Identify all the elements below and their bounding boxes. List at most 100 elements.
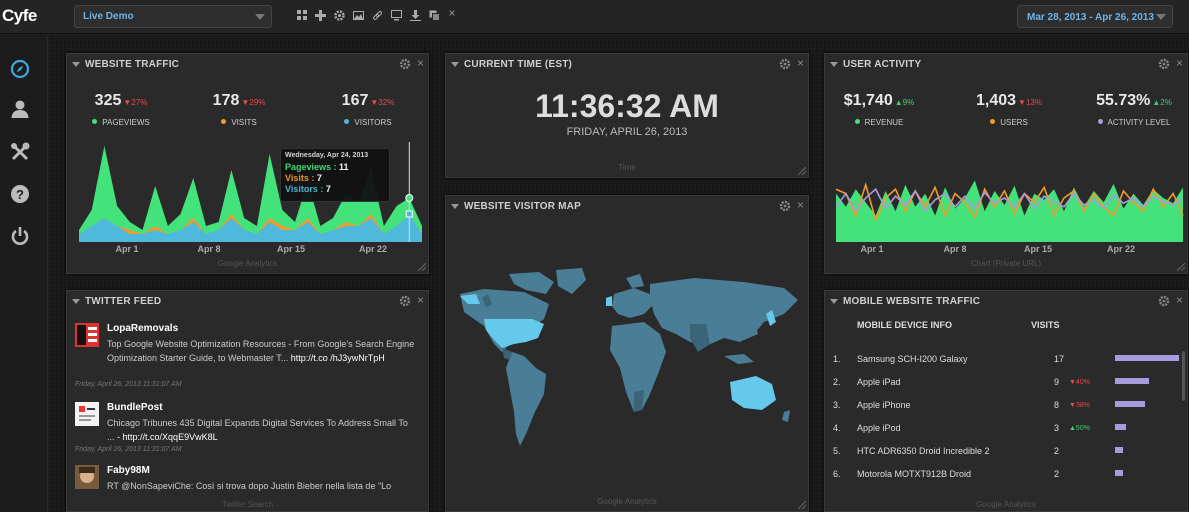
widget-header[interactable]: WEBSITE VISITOR MAP × bbox=[446, 196, 808, 216]
widget-header[interactable]: CURRENT TIME (EST) × bbox=[446, 54, 808, 74]
collapse-icon[interactable] bbox=[451, 62, 459, 67]
stat-revenue: $1,740 ▲9% REVENUE bbox=[824, 92, 934, 127]
close-icon[interactable]: × bbox=[446, 6, 458, 20]
close-icon[interactable]: × bbox=[1176, 293, 1183, 307]
widget-title: TWITTER FEED bbox=[85, 296, 162, 307]
table-row[interactable]: 4. Apple iPod 3 ▲50% bbox=[825, 423, 1187, 443]
collapse-icon[interactable] bbox=[830, 62, 838, 67]
resize-handle-icon[interactable] bbox=[418, 263, 426, 271]
clock-time: 11:36:32 AM bbox=[535, 88, 719, 124]
gear-icon[interactable] bbox=[779, 58, 791, 70]
dashboard-area: WEBSITE TRAFFIC × 325 ▼27% PAGEVIEWS 178 ▼… bbox=[49, 35, 1189, 512]
legend-dot bbox=[344, 119, 350, 124]
row-change: ▼40% bbox=[1069, 379, 1090, 386]
widget-website-traffic: WEBSITE TRAFFIC × 325 ▼27% PAGEVIEWS 178 ▼… bbox=[66, 53, 429, 274]
tweet-author[interactable]: BundlePost bbox=[107, 402, 163, 413]
date-range-picker[interactable]: Mar 28, 2013 - Apr 26, 2013 bbox=[1017, 5, 1173, 28]
stat-value: 167 bbox=[341, 92, 369, 109]
tweet-author[interactable]: Faby98M bbox=[107, 465, 150, 476]
power-icon[interactable] bbox=[9, 225, 31, 247]
collapse-icon[interactable] bbox=[72, 62, 80, 67]
resize-handle-icon[interactable] bbox=[798, 501, 806, 509]
table-row[interactable]: 2. Apple iPad 9 ▼40% bbox=[825, 377, 1187, 397]
grid-icon[interactable] bbox=[296, 9, 308, 21]
tooltip-value: 7 bbox=[316, 173, 322, 183]
plus-icon[interactable] bbox=[314, 9, 326, 21]
x-tick-label: Apr 22 bbox=[359, 244, 387, 254]
row-rank: 5. bbox=[833, 446, 841, 456]
user-icon[interactable] bbox=[9, 98, 31, 120]
widget-visitor-map: WEBSITE VISITOR MAP × Google Analytics bbox=[445, 195, 809, 512]
x-tick-label: Apr 1 bbox=[860, 244, 883, 254]
collapse-icon[interactable] bbox=[72, 299, 80, 304]
stat-label: REVENUE bbox=[864, 118, 904, 127]
close-icon[interactable]: × bbox=[417, 293, 424, 307]
close-icon[interactable]: × bbox=[417, 56, 424, 70]
copy-icon[interactable] bbox=[428, 9, 440, 21]
stat-change: ▲2% bbox=[1152, 98, 1172, 107]
stat-value: 1,403 bbox=[976, 92, 1017, 109]
gear-icon[interactable] bbox=[333, 9, 345, 21]
map-north-america bbox=[460, 268, 586, 352]
dashboard-select[interactable]: Live Demo bbox=[74, 5, 272, 28]
compass-icon[interactable] bbox=[9, 58, 31, 80]
stat-value: 325 bbox=[94, 92, 122, 109]
app-logo[interactable]: Cyfe bbox=[2, 6, 37, 26]
table-row[interactable]: 6. Motorola MOTXT912B Droid 2 bbox=[825, 469, 1187, 489]
tweet-time: Friday, April 26, 2013 11:31:07 AM bbox=[75, 446, 182, 453]
x-tick-label: Apr 8 bbox=[943, 244, 966, 254]
widget-title: CURRENT TIME (EST) bbox=[464, 59, 573, 70]
map-africa bbox=[610, 322, 666, 412]
gear-icon[interactable] bbox=[399, 295, 411, 307]
gear-icon[interactable] bbox=[779, 200, 791, 212]
monitor-icon[interactable] bbox=[390, 9, 402, 21]
widget-header[interactable]: USER ACTIVITY × bbox=[825, 54, 1187, 74]
close-icon[interactable]: × bbox=[797, 198, 804, 212]
widget-header[interactable]: TWITTER FEED × bbox=[67, 291, 428, 311]
tweet-author[interactable]: LopaRemovals bbox=[107, 323, 178, 334]
stat-visits: 178 ▼29% VISITS bbox=[184, 92, 294, 127]
tweet: BundlePost Chicago Tribunes 435 Digital … bbox=[75, 402, 423, 460]
world-map[interactable] bbox=[454, 264, 804, 464]
column-header-visits[interactable]: VISITS bbox=[1031, 320, 1060, 330]
stat-change: ▼27% bbox=[123, 98, 148, 107]
gear-icon[interactable] bbox=[1158, 295, 1170, 307]
link-icon[interactable] bbox=[371, 9, 383, 21]
tooltip-date: Wednesday, Apr 24, 2013 bbox=[285, 152, 369, 159]
widget-header[interactable]: MOBILE WEBSITE TRAFFIC × bbox=[825, 291, 1187, 311]
avatar[interactable] bbox=[75, 323, 99, 347]
table-row[interactable]: 1. Samsung SCH-I200 Galaxy 17 bbox=[825, 354, 1187, 374]
stat-label: VISITORS bbox=[354, 118, 392, 127]
help-icon[interactable]: ? bbox=[9, 183, 31, 205]
close-icon[interactable]: × bbox=[797, 56, 804, 70]
legend-dot bbox=[854, 119, 860, 124]
tools-icon[interactable] bbox=[9, 141, 31, 163]
row-device: Motorola MOTXT912B Droid bbox=[857, 469, 972, 479]
close-icon[interactable]: × bbox=[1176, 56, 1183, 70]
resize-handle-icon[interactable] bbox=[798, 167, 806, 175]
tweet-link[interactable]: http://t.co /hJ3ywNrTpH bbox=[291, 353, 385, 363]
row-visits: 2 bbox=[1054, 446, 1060, 456]
widget-title: WEBSITE VISITOR MAP bbox=[464, 201, 581, 212]
gear-icon[interactable] bbox=[1158, 58, 1170, 70]
scrollbar[interactable] bbox=[1182, 351, 1185, 401]
table-row[interactable]: 3. Apple iPhone 8 ▼38% bbox=[825, 400, 1187, 420]
collapse-icon[interactable] bbox=[451, 204, 459, 209]
column-header-device[interactable]: MOBILE DEVICE INFO bbox=[857, 320, 952, 330]
resize-handle-icon[interactable] bbox=[1177, 263, 1185, 271]
avatar[interactable] bbox=[75, 402, 99, 426]
widget-header[interactable]: WEBSITE TRAFFIC × bbox=[67, 54, 428, 74]
download-icon[interactable] bbox=[409, 9, 421, 21]
table-row[interactable]: 5. HTC ADR6350 Droid Incredible 2 2 bbox=[825, 446, 1187, 466]
collapse-icon[interactable] bbox=[830, 299, 838, 304]
x-tick-label: Apr 22 bbox=[1107, 244, 1135, 254]
gear-icon[interactable] bbox=[399, 58, 411, 70]
stat-label: ACTIVITY LEVEL bbox=[1107, 118, 1171, 127]
map-highlight-australia bbox=[730, 376, 776, 410]
widget-current-time: CURRENT TIME (EST) × 11:36:32 AM FRIDAY,… bbox=[445, 53, 809, 178]
avatar[interactable] bbox=[75, 465, 99, 489]
image-icon[interactable] bbox=[352, 9, 364, 21]
tweet-link[interactable]: - http://t.co/XqqE9VwK8L bbox=[117, 432, 218, 442]
activity-chart[interactable]: Apr 1 Apr 8 Apr 15 Apr 22 bbox=[836, 172, 1184, 254]
row-device: Apple iPod bbox=[857, 423, 901, 433]
